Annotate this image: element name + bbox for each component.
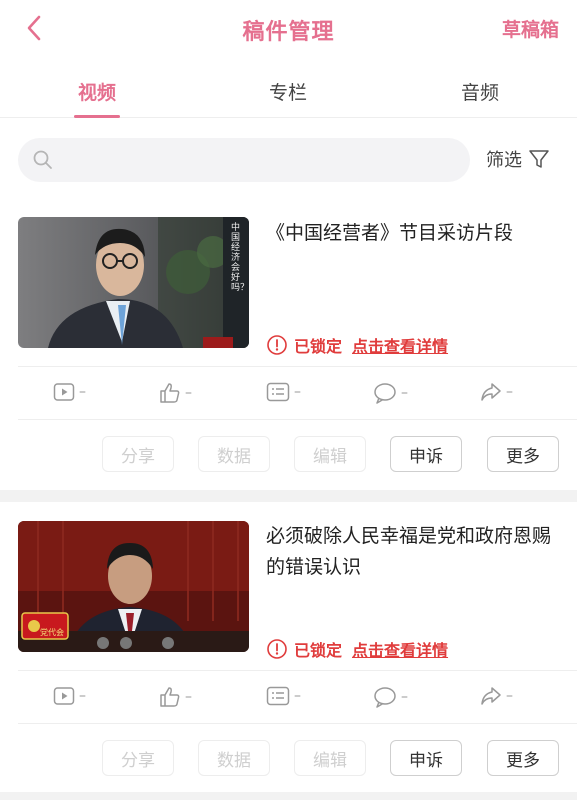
share-count-value: – [506,384,513,400]
lock-status: 已锁定 点击查看详情 [266,637,448,661]
share-button[interactable]: 分享 [102,740,174,776]
search-icon [33,150,52,169]
funnel-icon [529,150,549,168]
share-count-value: – [506,688,513,704]
play-count-value: – [79,688,86,704]
view-details-link[interactable]: 点击查看详情 [352,637,448,661]
share-count: – [480,686,513,706]
appeal-button[interactable]: 申诉 [390,436,462,472]
edit-button[interactable]: 编辑 [294,740,366,776]
play-icon [53,383,75,401]
info-circle-icon [267,639,287,659]
search-input[interactable] [62,146,452,174]
edit-button[interactable]: 编辑 [294,436,366,472]
play-count: – [53,382,86,402]
thumbs-up-icon [160,383,180,403]
play-count: – [53,686,86,706]
data-button[interactable]: 数据 [198,740,270,776]
page-title: 稿件管理 [242,20,335,45]
chat-bubble-icon [374,383,396,404]
top-navbar: 稿件管理 草稿箱 [0,0,577,58]
action-buttons: 分享 数据 编辑 申诉 更多 [0,436,577,476]
tab-audio[interactable]: 音频 [420,78,540,105]
content-type-tabs: 视频 专栏 音频 [0,66,577,118]
appeal-button[interactable]: 申诉 [390,740,462,776]
tab-video[interactable]: 视频 [37,78,157,105]
danmaku-count: – [373,686,408,708]
list-icon [266,382,290,402]
stats-row: – – – – – [18,670,577,724]
thumbs-up-icon [160,687,180,707]
danmaku-count-value: – [401,385,408,401]
manuscript-title[interactable]: 《中国经营者》节目采访片段 [266,218,566,249]
more-button[interactable]: 更多 [487,436,559,472]
comment-count: – [266,382,301,402]
tab-column[interactable]: 专栏 [228,78,348,105]
filter-button[interactable]: 筛选 [486,146,550,172]
share-count: – [480,382,513,402]
data-button[interactable]: 数据 [198,436,270,472]
action-buttons: 分享 数据 编辑 申诉 更多 [0,740,577,780]
card-separator [0,792,577,800]
danmaku-count-value: – [401,689,408,705]
share-arrow-icon [481,687,501,705]
card-separator [0,490,577,502]
like-count: – [159,382,192,404]
locked-label: 已锁定 [294,337,343,356]
view-details-link[interactable]: 点击查看详情 [352,333,448,357]
like-count: – [159,686,192,708]
like-count-value: – [185,385,192,401]
thumbnail-caption: 中国经济会好吗？ [231,223,249,293]
active-tab-indicator [74,115,120,118]
search-box[interactable] [18,138,470,182]
video-thumbnail[interactable]: 中国经济会好吗？ [18,217,249,348]
play-icon [53,687,75,705]
share-arrow-icon [481,383,501,401]
share-button[interactable]: 分享 [102,436,174,472]
list-icon [266,686,290,706]
lock-status: 已锁定 点击查看详情 [266,333,448,357]
play-count-value: – [79,384,86,400]
search-row: 筛选 [0,138,577,184]
like-count-value: – [185,689,192,705]
video-thumbnail[interactable]: 党代会 [18,521,249,652]
chat-bubble-icon [374,687,396,708]
comment-count-value: – [294,384,301,400]
more-button[interactable]: 更多 [487,740,559,776]
comment-count-value: – [294,688,301,704]
locked-label: 已锁定 [294,641,343,660]
comment-count: – [266,686,301,706]
thumbnail-caption: 党代会 [40,628,64,637]
stats-row: – – – – – [18,366,577,420]
manuscript-title[interactable]: 必须破除人民幸福是党和政府恩赐的错误认识 [266,521,566,583]
danmaku-count: – [373,382,408,404]
filter-label: 筛选 [486,150,522,171]
info-circle-icon [267,335,287,355]
video-thumbnail-image [18,217,249,348]
drafts-button[interactable]: 草稿箱 [502,15,559,42]
